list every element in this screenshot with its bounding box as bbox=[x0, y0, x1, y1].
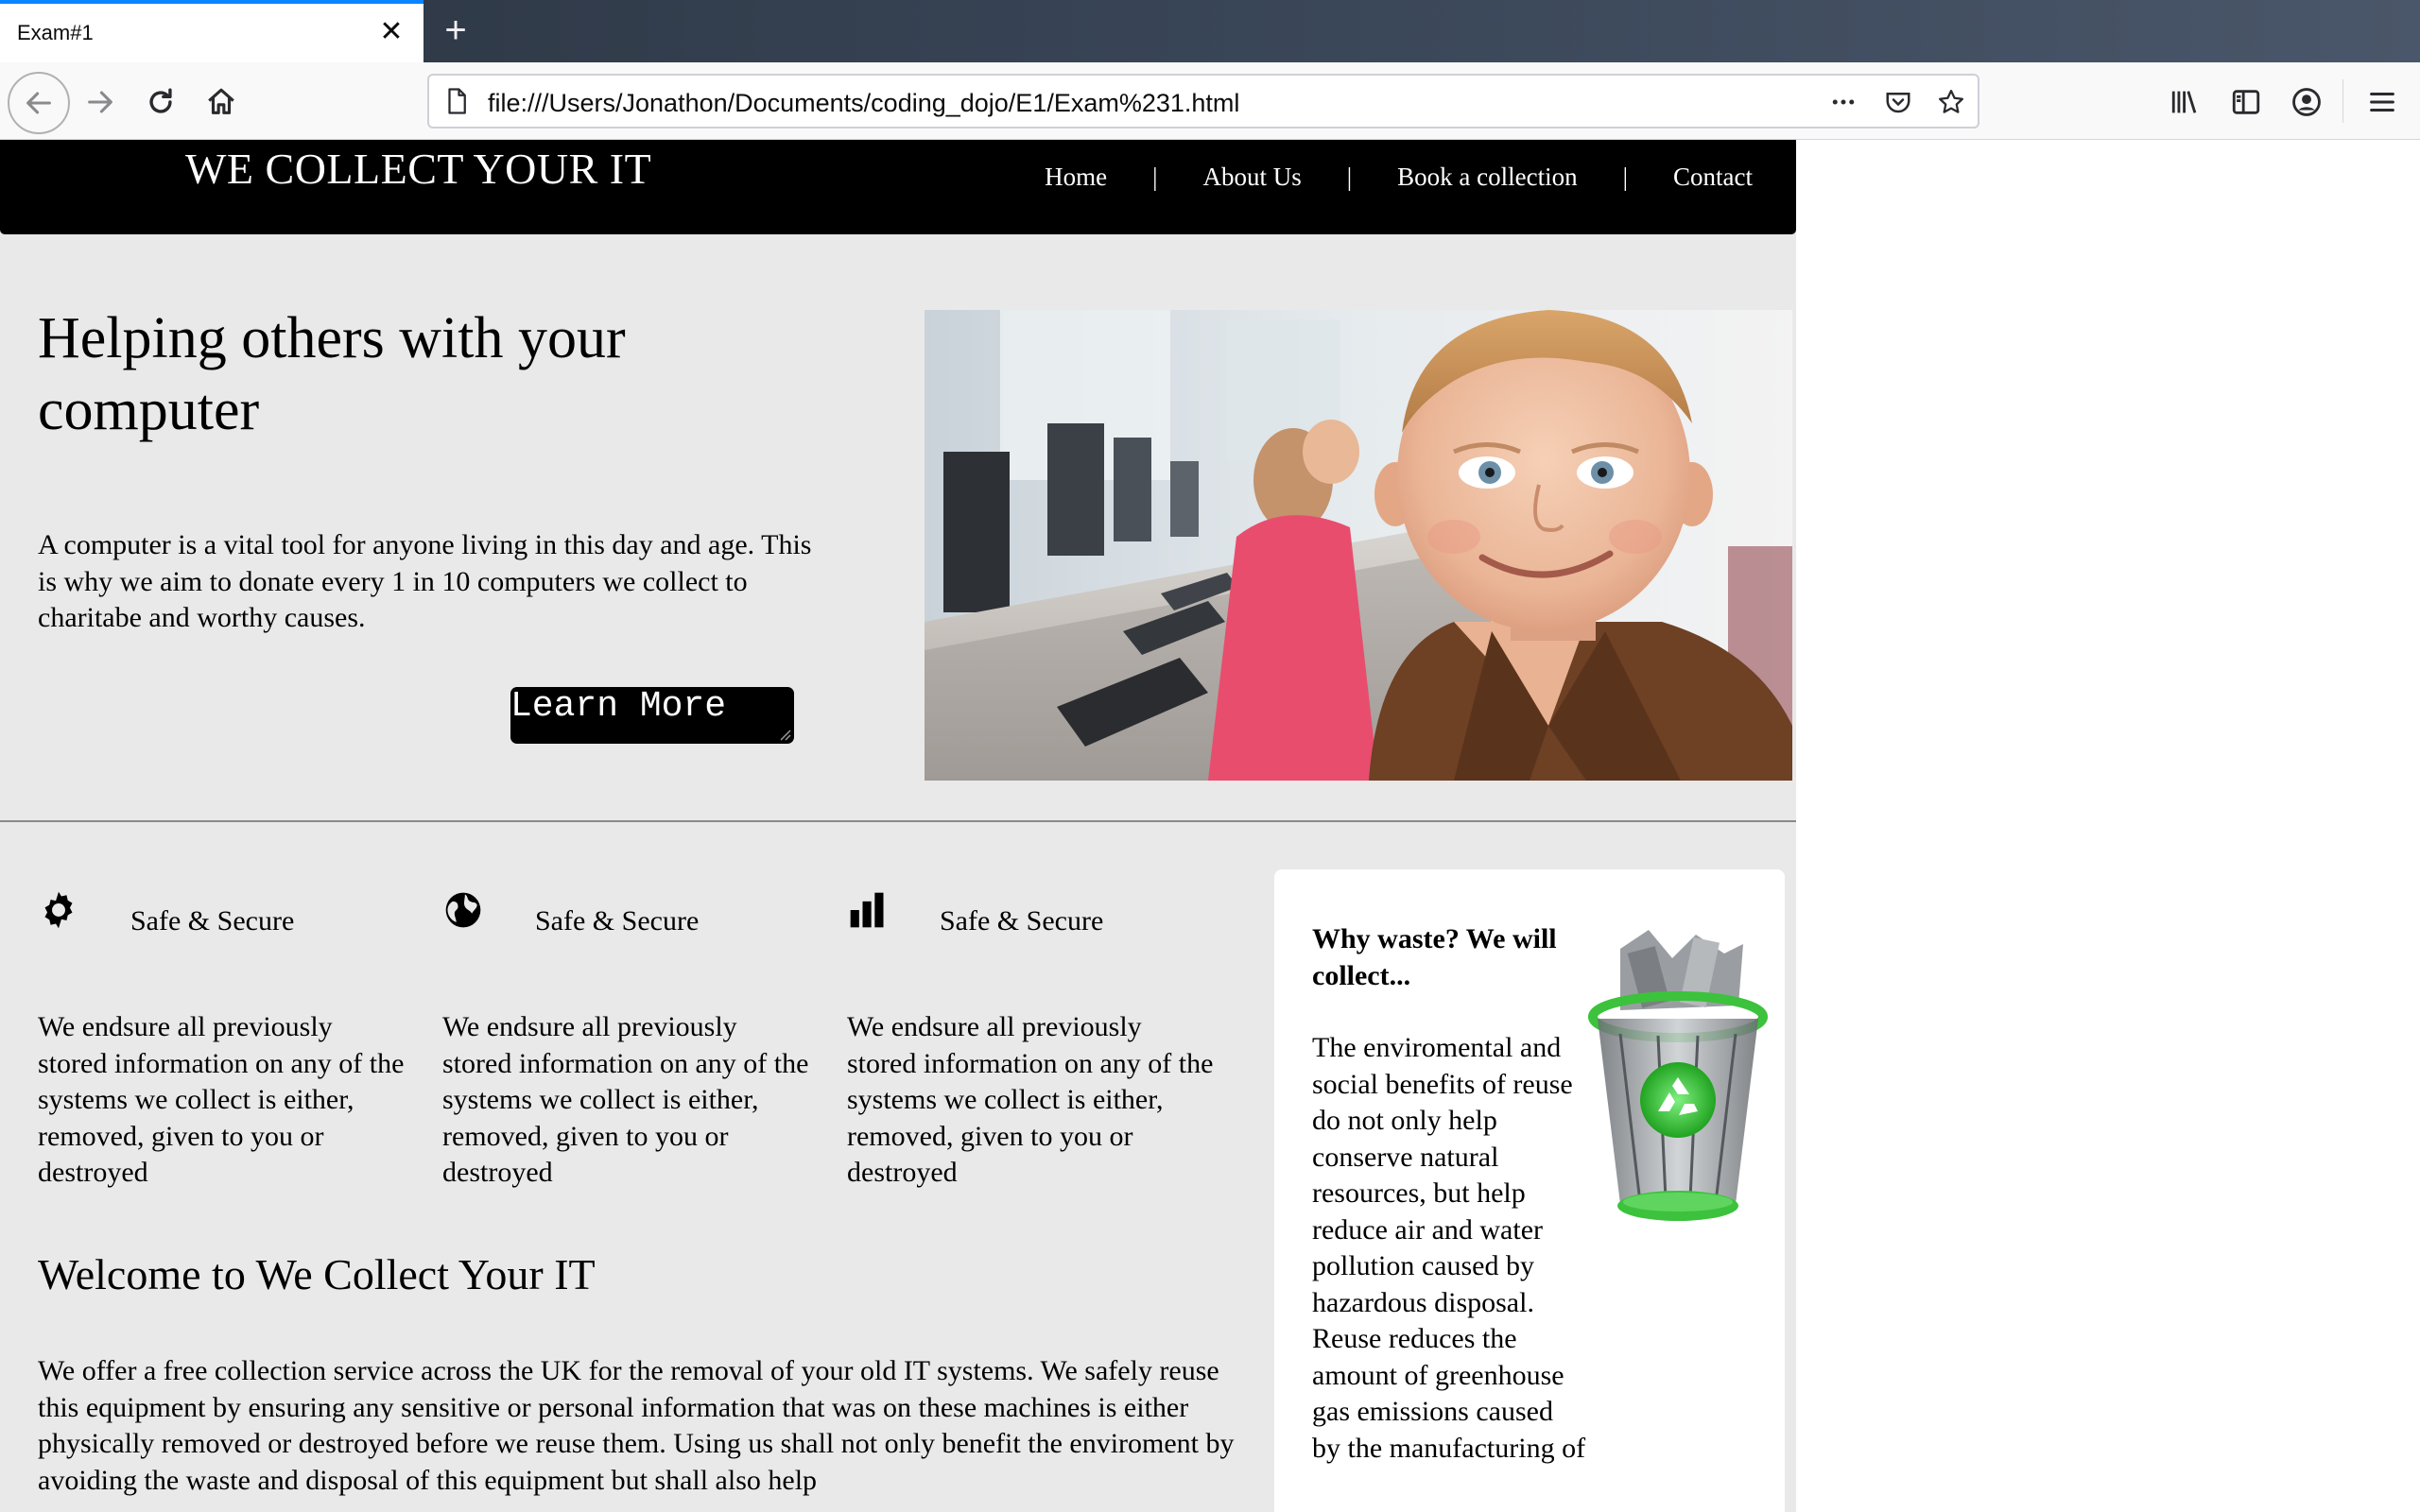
section-divider bbox=[0, 820, 1796, 822]
site-header: WE COLLECT YOUR IT Home | About Us | Boo… bbox=[0, 140, 1796, 234]
pocket-icon bbox=[1886, 93, 1910, 113]
bar-chart-icon bbox=[850, 892, 884, 928]
forward-button[interactable] bbox=[74, 76, 127, 129]
browser-toolbar: file:///Users/Jonathon/Documents/coding_… bbox=[0, 62, 2420, 140]
hamburger-menu-icon bbox=[2370, 92, 2394, 112]
home-button[interactable] bbox=[195, 76, 248, 129]
page-icon bbox=[448, 88, 466, 114]
account-button[interactable] bbox=[2286, 81, 2327, 123]
account-icon bbox=[2292, 88, 2321, 116]
tab-title: Exam#1 bbox=[17, 21, 94, 44]
nav-separator: | bbox=[1346, 163, 1353, 191]
sidebar-button[interactable] bbox=[2225, 81, 2267, 123]
feature-text: We endsure all previously stored informa… bbox=[38, 1011, 405, 1188]
hero-text: A computer is a vital tool for anyone li… bbox=[38, 529, 812, 633]
learn-more-label: Learn More bbox=[510, 686, 727, 727]
hero-title: Helping others with your computer bbox=[38, 306, 626, 442]
toolbar-separator bbox=[2342, 79, 2343, 123]
nav-link-home[interactable]: Home bbox=[1045, 163, 1107, 192]
forward-arrow-icon bbox=[88, 91, 112, 113]
reload-icon bbox=[149, 88, 172, 113]
site-body: WE COLLECT YOUR IT Home | About Us | Boo… bbox=[0, 140, 1796, 1512]
nav-separator: | bbox=[1152, 163, 1158, 191]
feature-title: Safe & Secure bbox=[535, 905, 700, 936]
library-button[interactable] bbox=[2165, 81, 2206, 123]
url-bar[interactable]: file:///Users/Jonathon/Documents/coding_… bbox=[427, 74, 1979, 129]
close-tab-icon[interactable]: ✕ bbox=[374, 15, 408, 49]
resize-grip-icon bbox=[780, 730, 791, 741]
menu-button[interactable] bbox=[2361, 81, 2403, 123]
browser-tab[interactable]: Exam#1 ✕ bbox=[0, 0, 424, 62]
reload-button[interactable] bbox=[134, 76, 187, 129]
nav-separator: | bbox=[1622, 163, 1629, 191]
bookmark-button[interactable] bbox=[1934, 85, 1968, 119]
child-classroom-image bbox=[925, 310, 1792, 781]
recycle-bin-image bbox=[1588, 930, 1768, 1221]
library-icon bbox=[2171, 91, 2197, 113]
more-dots-icon bbox=[1832, 99, 1855, 105]
welcome-text: We offer a free collection service acros… bbox=[38, 1355, 1235, 1496]
pocket-button[interactable] bbox=[1881, 85, 1915, 119]
sidebar-title: Why waste? We will collect... bbox=[1312, 923, 1557, 991]
globe-icon bbox=[445, 892, 481, 928]
new-tab-icon[interactable]: + bbox=[437, 9, 475, 51]
hero-photo bbox=[925, 310, 1792, 781]
sidebar-icon bbox=[2232, 90, 2260, 114]
site-nav: Home | About Us | Book a collection | Co… bbox=[1045, 163, 1753, 192]
feature-text: We endsure all previously stored informa… bbox=[847, 1011, 1214, 1188]
star-icon bbox=[1939, 90, 1963, 113]
feature-title: Safe & Secure bbox=[940, 905, 1104, 936]
nav-link-book-a-collection[interactable]: Book a collection bbox=[1397, 163, 1577, 192]
sidebar-text: The enviromental and social benefits of … bbox=[1312, 1032, 1586, 1464]
url-text[interactable]: file:///Users/Jonathon/Documents/coding_… bbox=[488, 89, 1239, 118]
sidebar-panel: Why waste? We will collect... The enviro… bbox=[1274, 869, 1785, 1512]
nav-link-contact[interactable]: Contact bbox=[1673, 163, 1753, 192]
learn-more-button[interactable]: Learn More bbox=[510, 687, 794, 744]
feature-title: Safe & Secure bbox=[130, 905, 295, 936]
feature-text: We endsure all previously stored informa… bbox=[442, 1011, 809, 1188]
page-viewport: WE COLLECT YOUR IT Home | About Us | Boo… bbox=[0, 140, 2420, 1512]
welcome-title: Welcome to We Collect Your IT bbox=[38, 1250, 596, 1298]
site-logo[interactable]: WE COLLECT YOUR IT bbox=[185, 144, 651, 194]
back-button[interactable] bbox=[8, 72, 70, 134]
tab-strip: Exam#1 ✕ + bbox=[0, 0, 2420, 62]
back-arrow-icon bbox=[26, 92, 51, 114]
nav-link-about-us[interactable]: About Us bbox=[1202, 163, 1301, 192]
page-actions-button[interactable] bbox=[1826, 85, 1860, 119]
home-icon bbox=[208, 88, 234, 114]
gear-icon bbox=[44, 891, 73, 929]
